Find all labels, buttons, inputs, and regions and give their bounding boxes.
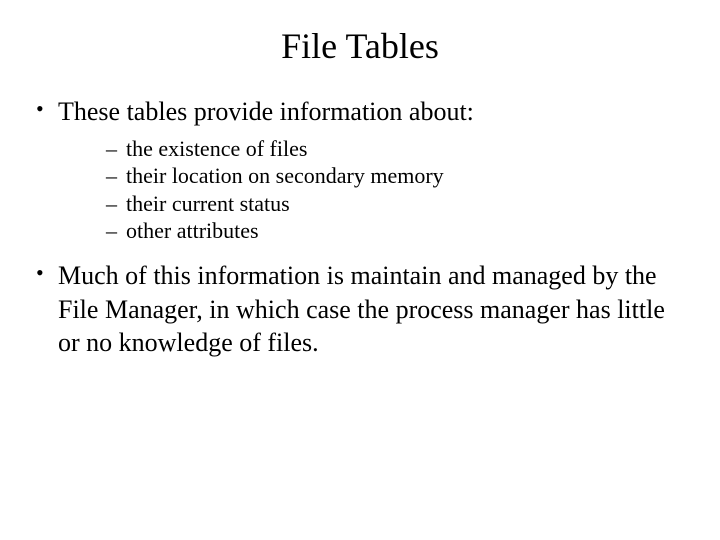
- slide-title: File Tables: [30, 25, 690, 67]
- sub-list: the existence of files their location on…: [58, 135, 690, 245]
- sub-item: the existence of files: [58, 135, 690, 163]
- bullet-item: Much of this information is maintain and…: [30, 259, 690, 360]
- sub-item: their location on secondary memory: [58, 162, 690, 190]
- sub-item: their current status: [58, 190, 690, 218]
- bullet-text: These tables provide information about:: [58, 97, 474, 126]
- bullet-text: Much of this information is maintain and…: [58, 261, 665, 358]
- bullet-list: These tables provide information about: …: [30, 95, 690, 360]
- bullet-item: These tables provide information about: …: [30, 95, 690, 245]
- sub-item: other attributes: [58, 217, 690, 245]
